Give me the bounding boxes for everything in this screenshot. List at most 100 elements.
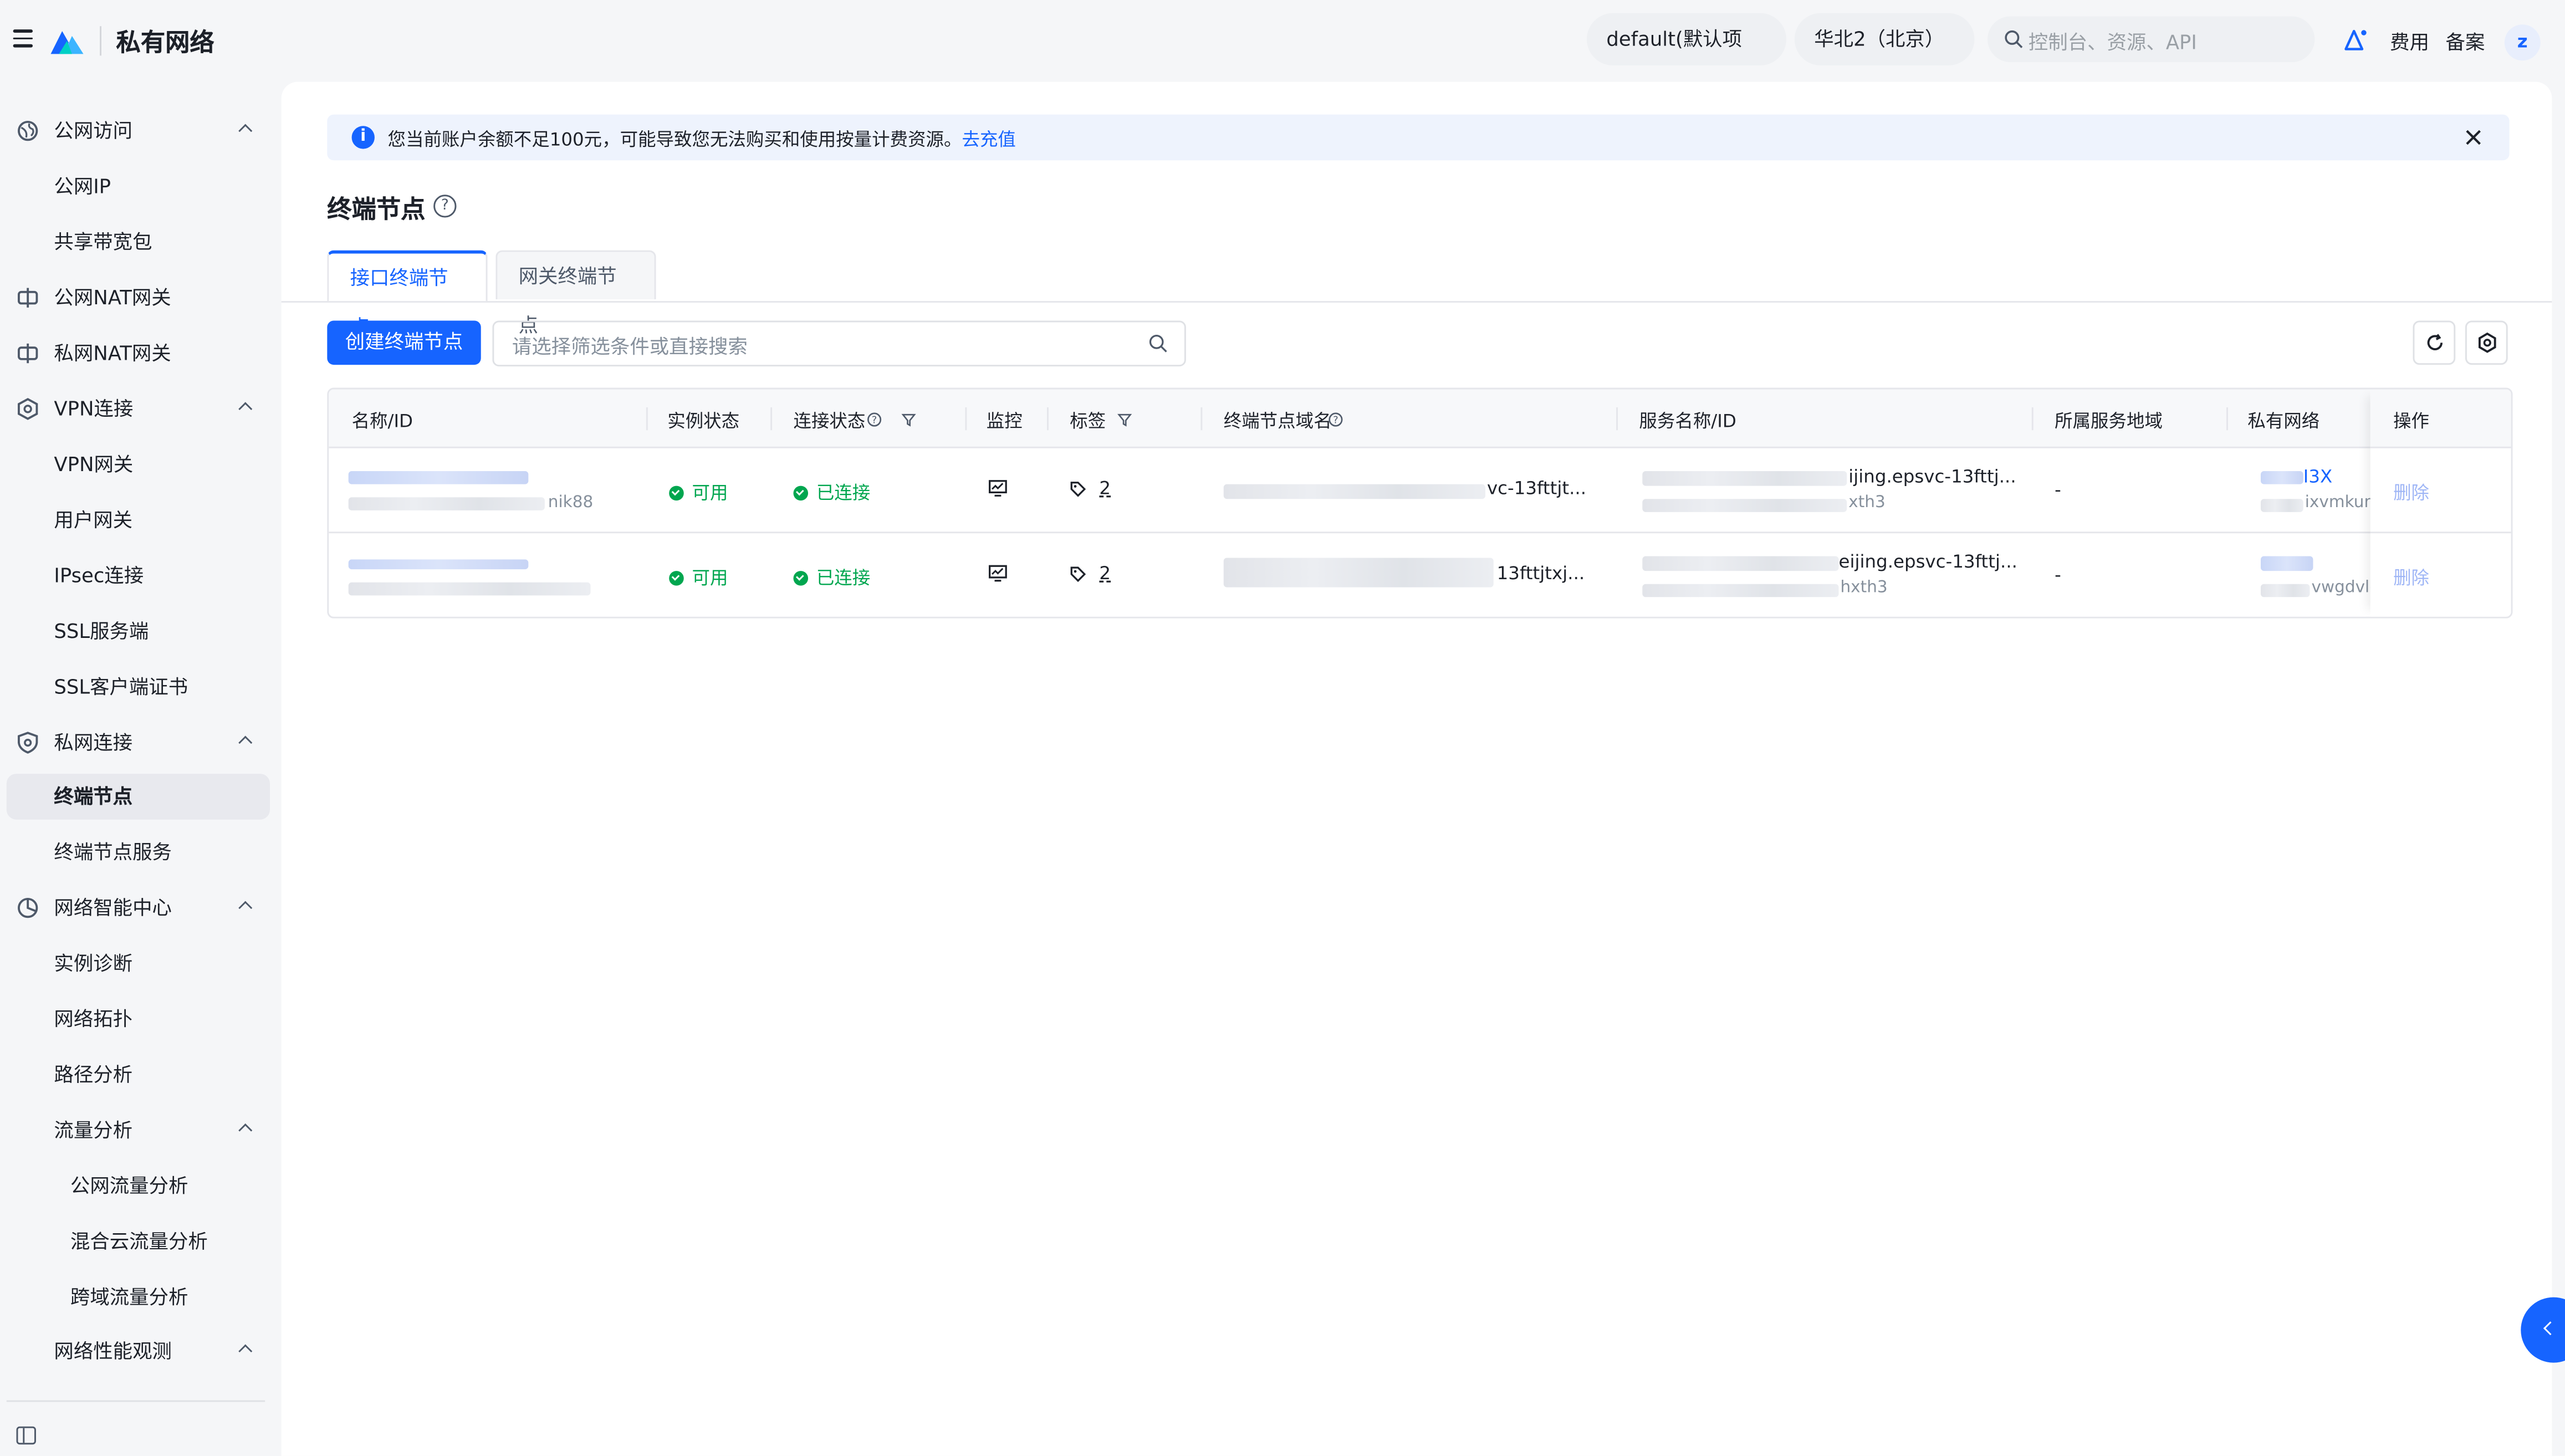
vpc-id: vwgdvlg xyxy=(2311,579,2380,597)
redacted-service-id xyxy=(1642,499,1847,512)
tab-interface-endpoint[interactable]: 接口终端节点 xyxy=(327,250,488,339)
sidebar-item-vpn-gateway[interactable]: VPN网关 xyxy=(7,442,270,488)
tab-gateway-endpoint[interactable]: 网关终端节点 xyxy=(495,250,656,337)
col-separator xyxy=(1046,407,1049,431)
help-icon[interactable]: ? xyxy=(433,195,457,218)
col-actions: 操作 xyxy=(2393,410,2430,432)
chevron-up-icon xyxy=(238,124,253,138)
create-endpoint-button[interactable]: 创建终端节点 xyxy=(327,320,481,365)
endpoint-domain: 13fttjtxj... xyxy=(1496,563,1585,584)
redacted-vpc-id xyxy=(2261,499,2303,512)
redacted-service-id xyxy=(1642,584,1839,597)
global-search-input[interactable]: 控制台、资源、API xyxy=(1987,16,2315,63)
help-icon[interactable]: ? xyxy=(1329,412,1343,427)
settings-button[interactable] xyxy=(2465,320,2508,365)
close-icon[interactable] xyxy=(2464,127,2483,147)
check-circle-icon xyxy=(793,486,809,501)
vpc-link[interactable] xyxy=(2261,556,2313,571)
delete-button[interactable]: 删除 xyxy=(2393,564,2429,590)
help-icon[interactable]: ? xyxy=(867,412,882,427)
delete-button[interactable]: 删除 xyxy=(2393,479,2429,505)
service-id: hxth3 xyxy=(1840,579,1888,597)
avatar[interactable]: z xyxy=(2504,24,2541,61)
connection-status: 已连接 xyxy=(793,564,870,590)
ai-assistant-icon[interactable] xyxy=(2343,26,2370,52)
endpoint-name-link[interactable] xyxy=(348,559,529,570)
refresh-icon xyxy=(2427,334,2443,350)
sidebar-group-performance[interactable]: 网络性能观测 xyxy=(7,1329,270,1375)
menu-icon[interactable] xyxy=(13,29,33,47)
sidebar-item-topology[interactable]: 网络拓扑 xyxy=(7,996,270,1042)
col-connection-status: 连接状态 xyxy=(793,410,866,432)
monitor-icon[interactable] xyxy=(988,564,1008,582)
chevron-up-icon xyxy=(238,1344,253,1358)
redacted-vpc-name xyxy=(2261,471,2303,484)
action-column: 操作 删除 删除 xyxy=(2370,389,2511,617)
service-name: eijing.epsvc-13fttj... xyxy=(1838,551,2017,573)
tag-count[interactable]: 2 xyxy=(1099,478,1111,499)
sidebar-item-cross-region-traffic[interactable]: 跨域流量分析 xyxy=(7,1274,270,1320)
search-icon xyxy=(2005,30,2023,48)
recharge-link[interactable]: 去充值 xyxy=(962,129,1016,150)
redacted-domain xyxy=(1223,484,1485,499)
filter-icon[interactable] xyxy=(1117,412,1132,427)
chevron-up-icon xyxy=(238,1123,253,1138)
sidebar-item-private-nat[interactable]: 私网NAT网关 xyxy=(7,330,270,376)
billing-link[interactable]: 费用 xyxy=(2390,28,2429,55)
vpc-link[interactable]: I3X xyxy=(2303,466,2332,487)
filter-icon[interactable] xyxy=(901,412,916,427)
endpoint-domain: vc-13fttjt... xyxy=(1486,477,1587,499)
sidebar-item-instance-diagnosis[interactable]: 实例诊断 xyxy=(7,941,270,987)
col-separator xyxy=(2226,407,2228,431)
nat-icon xyxy=(18,288,38,308)
sidebar-item-ssl-server[interactable]: SSL服务端 xyxy=(7,609,270,655)
table-header: 名称/ID 实例状态 连接状态 ? 监控 标签 终端节点域名 ? 服务名称/ID… xyxy=(329,389,2511,448)
filter-search-input[interactable]: 请选择筛选条件或直接搜索 xyxy=(492,320,1186,367)
sidebar-item-customer-gateway[interactable]: 用户网关 xyxy=(7,497,270,543)
sidebar-group-traffic-analysis[interactable]: 流量分析 xyxy=(7,1107,270,1153)
chevron-up-icon xyxy=(238,402,253,416)
table-row: nik88 可用 已连接 2 vc-13fttjt... ijing.epsvc… xyxy=(329,448,2511,534)
sidebar-item-public-nat[interactable]: 公网NAT网关 xyxy=(7,275,270,321)
sidebar-item-hybrid-traffic[interactable]: 混合云流量分析 xyxy=(7,1219,270,1265)
table-row: 可用 已连接 2 13fttjtxj... eijing.epsvc-13ftt… xyxy=(329,533,2511,617)
redacted-service xyxy=(1642,471,1847,486)
service-region: - xyxy=(2055,564,2061,586)
sidebar-item-endpoint-service[interactable]: 终端节点服务 xyxy=(7,829,270,875)
endpoint-table: 名称/ID 实例状态 连接状态 ? 监控 标签 终端节点域名 ? 服务名称/ID… xyxy=(327,387,2513,619)
endpoint-id: nik88 xyxy=(548,494,594,512)
tag-icon xyxy=(1070,482,1086,497)
sidebar-group-private-link[interactable]: 私网连接 xyxy=(7,720,270,766)
monitor-icon[interactable] xyxy=(988,479,1008,497)
check-circle-icon xyxy=(669,571,684,586)
tag-icon xyxy=(1070,566,1086,583)
col-vpc: 私有网络 xyxy=(2247,410,2320,432)
sidebar-item-public-ip[interactable]: 公网IP xyxy=(7,164,270,210)
col-separator xyxy=(646,407,648,431)
redacted-id xyxy=(348,497,545,510)
sidebar-group-network-intelligence[interactable]: 网络智能中心 xyxy=(7,885,270,931)
sidebar-group-public-access[interactable]: 公网访问 xyxy=(7,108,270,154)
endpoint-name-link[interactable] xyxy=(348,471,529,484)
tag-count[interactable]: 2 xyxy=(1099,563,1111,584)
redacted-vpc-id xyxy=(2261,584,2310,597)
sidebar-item-path-analysis[interactable]: 路径分析 xyxy=(7,1052,270,1098)
action-header-bg: 操作 xyxy=(2370,389,2511,448)
project-selector[interactable]: default(默认项目) xyxy=(1586,13,1787,103)
col-separator xyxy=(1200,407,1203,431)
header-divider xyxy=(100,26,101,56)
sidebar-item-public-traffic[interactable]: 公网流量分析 xyxy=(7,1163,270,1209)
search-placeholder: 控制台、资源、API xyxy=(2028,31,2197,54)
col-instance-status: 实例状态 xyxy=(667,410,740,432)
sidebar-item-endpoint[interactable]: 终端节点 xyxy=(6,774,270,820)
sidebar-collapse-icon[interactable] xyxy=(16,1426,36,1445)
sidebar-item-shared-bandwidth[interactable]: 共享带宽包 xyxy=(7,219,270,265)
sidebar-item-ipsec[interactable]: IPsec连接 xyxy=(7,553,270,599)
sidebar-group-vpn[interactable]: VPN连接 xyxy=(7,386,270,432)
refresh-button[interactable] xyxy=(2413,320,2456,365)
globe-icon xyxy=(18,120,38,141)
region-selector[interactable]: 华北2（北京） xyxy=(1794,13,1975,95)
check-circle-icon xyxy=(793,571,809,586)
sidebar-item-ssl-cert[interactable]: SSL客户端证书 xyxy=(7,664,270,710)
filing-link[interactable]: 备案 xyxy=(2446,28,2485,55)
